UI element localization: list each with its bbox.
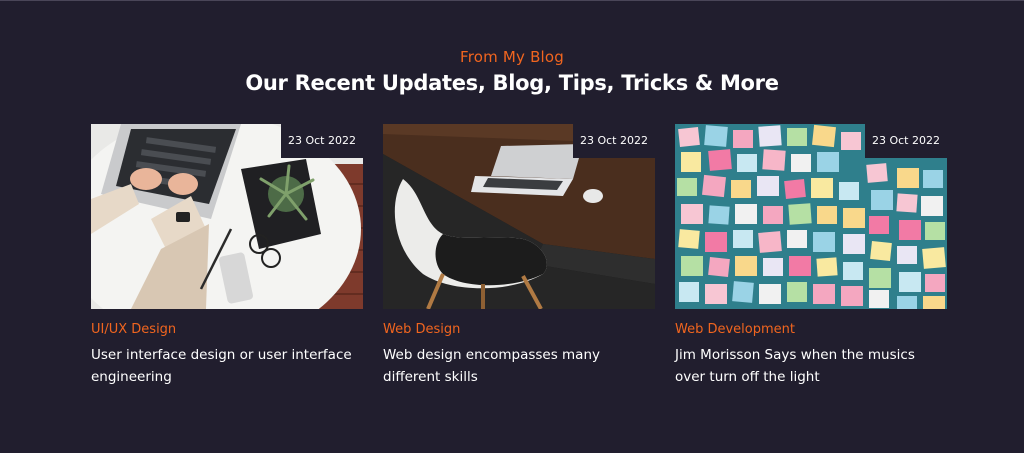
post-category-link[interactable]: UI/UX Design <box>91 322 176 337</box>
blog-card-image[interactable]: 23 Oct 2022 <box>91 124 363 309</box>
blog-card-image[interactable]: 23 Oct 2022 <box>675 124 947 309</box>
blog-card-image[interactable]: 23 Oct 2022 <box>383 124 655 309</box>
blog-card: 23 Oct 2022 Web Development Jim Morisson… <box>675 124 947 394</box>
post-category-link[interactable]: Web Development <box>675 322 795 337</box>
blog-card-list: 23 Oct 2022 UI/UX Design User interface … <box>91 124 947 404</box>
post-date: 23 Oct 2022 <box>281 124 363 158</box>
blog-card: 23 Oct 2022 Web Design Web design encomp… <box>383 124 655 394</box>
blog-card: 23 Oct 2022 UI/UX Design User interface … <box>91 124 363 394</box>
section-heading: Our Recent Updates, Blog, Tips, Tricks &… <box>245 71 779 95</box>
post-title-link[interactable]: Jim Morisson Says when the musics over t… <box>675 344 947 388</box>
post-date: 23 Oct 2022 <box>573 124 655 158</box>
post-title-link[interactable]: Web design encompasses many different sk… <box>383 344 655 388</box>
post-category-link[interactable]: Web Design <box>383 322 460 337</box>
blog-section: From My Blog Our Recent Updates, Blog, T… <box>0 0 1024 453</box>
section-eyebrow: From My Blog <box>459 48 565 66</box>
post-title-link[interactable]: User interface design or user interface … <box>91 344 363 388</box>
post-date: 23 Oct 2022 <box>865 124 947 158</box>
